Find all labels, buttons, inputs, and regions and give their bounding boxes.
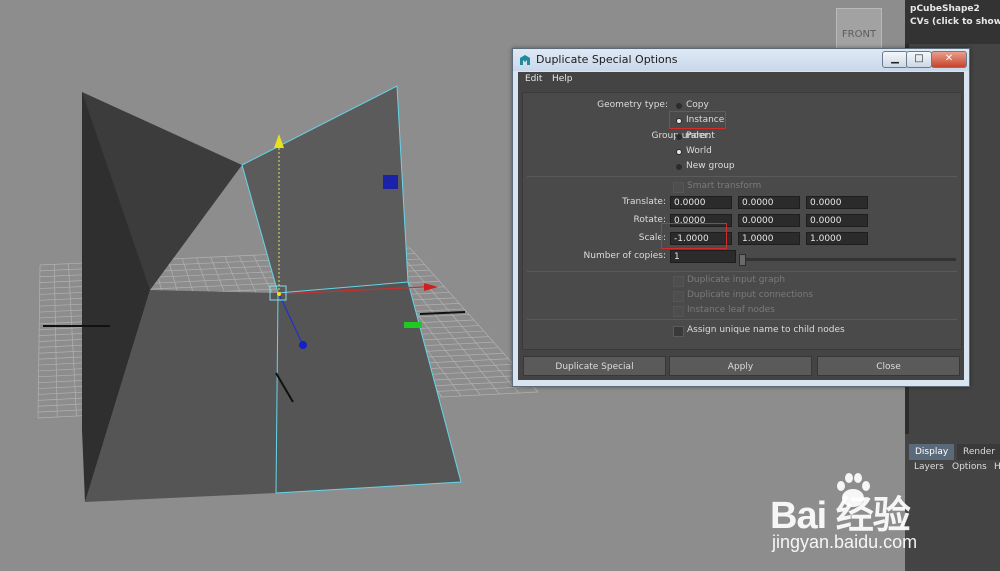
- options-panel: Geometry type: Copy Instance Group under…: [522, 92, 962, 350]
- parent-option-label: Parent: [686, 131, 715, 141]
- watermark-url: jingyan.baidu.com: [772, 532, 918, 552]
- apply-button[interactable]: Apply: [669, 356, 812, 376]
- translate-label: Translate:: [622, 197, 666, 207]
- smart-transform-checkbox[interactable]: [673, 182, 684, 193]
- tab-display[interactable]: Display: [909, 444, 955, 460]
- right-wall-face: [242, 86, 408, 293]
- new-group-option-label: New group: [686, 161, 735, 171]
- z-axis-handle: [299, 341, 307, 349]
- radio-world[interactable]: [676, 149, 682, 155]
- separator: [527, 319, 957, 320]
- radio-new-group[interactable]: [676, 164, 682, 170]
- green-marker: [404, 322, 422, 328]
- dialog-menubar: Edit Help: [518, 72, 964, 89]
- scale-highlight-box: [661, 223, 727, 249]
- separator: [527, 176, 957, 177]
- copies-field[interactable]: 1: [670, 250, 736, 263]
- close-window-button[interactable]: ✕: [931, 51, 967, 68]
- dialog-client: Edit Help Geometry type: Copy Instance G…: [518, 72, 964, 380]
- dialog-title: Duplicate Special Options: [536, 53, 678, 66]
- duplicate-input-connections-checkbox[interactable]: [673, 291, 684, 302]
- radio-copy[interactable]: [676, 103, 682, 109]
- scale-y-field[interactable]: 1.0000: [738, 232, 800, 245]
- assign-unique-name-checkbox[interactable]: [673, 326, 684, 337]
- instance-leaf-nodes-checkbox[interactable]: [673, 306, 684, 317]
- duplicate-input-graph-label: Duplicate input graph: [687, 275, 786, 285]
- radio-parent[interactable]: [676, 134, 682, 140]
- menu-edit[interactable]: Edit: [525, 74, 542, 84]
- maximize-button[interactable]: □: [906, 51, 932, 68]
- attribute-header: pCubeShape2 CVs (click to show): [905, 0, 1000, 44]
- duplicate-special-dialog: Duplicate Special Options ▁ □ ✕ Edit Hel…: [512, 48, 970, 387]
- shape-name: pCubeShape2: [910, 4, 980, 14]
- assign-unique-name-label: Assign unique name to child nodes: [687, 325, 845, 335]
- watermark-brand: Bai 经验: [770, 495, 911, 537]
- menu-help[interactable]: Help: [552, 74, 573, 84]
- scale-z-field[interactable]: 1.0000: [806, 232, 868, 245]
- copies-slider-handle[interactable]: [739, 254, 746, 266]
- translate-x-field[interactable]: 0.0000: [670, 196, 732, 209]
- tab-render[interactable]: Render: [957, 444, 1000, 460]
- smart-transform-label: Smart transform: [687, 181, 762, 191]
- duplicate-input-graph-checkbox[interactable]: [673, 276, 684, 287]
- separator: [527, 271, 957, 272]
- dialog-titlebar[interactable]: Duplicate Special Options ▁ □ ✕: [513, 49, 969, 71]
- baidu-watermark: Bai 经验 jingyan.baidu.com: [770, 470, 1000, 565]
- copies-slider-track[interactable]: [741, 258, 956, 261]
- minimize-button[interactable]: ▁: [882, 51, 908, 68]
- translate-z-field[interactable]: 0.0000: [806, 196, 868, 209]
- cvs-toggle[interactable]: CVs (click to show): [910, 17, 1000, 27]
- duplicate-special-button[interactable]: Duplicate Special: [523, 356, 666, 376]
- close-button[interactable]: Close: [817, 356, 960, 376]
- copy-option-label: Copy: [686, 100, 709, 110]
- rotate-y-field[interactable]: 0.0000: [738, 214, 800, 227]
- geometry-type-label: Geometry type:: [597, 100, 668, 110]
- view-cube[interactable]: FRONT: [836, 8, 882, 50]
- maya-app-icon: [520, 55, 530, 65]
- translate-y-field[interactable]: 0.0000: [738, 196, 800, 209]
- instance-highlight-box: [669, 111, 726, 129]
- instance-leaf-nodes-label: Instance leaf nodes: [687, 305, 775, 315]
- world-option-label: World: [686, 146, 712, 156]
- y-axis-arrow: [274, 134, 284, 148]
- blue-marker: [383, 175, 398, 189]
- duplicate-input-connections-label: Duplicate input connections: [687, 290, 814, 300]
- rotate-z-field[interactable]: 0.0000: [806, 214, 868, 227]
- copies-label: Number of copies:: [583, 251, 666, 261]
